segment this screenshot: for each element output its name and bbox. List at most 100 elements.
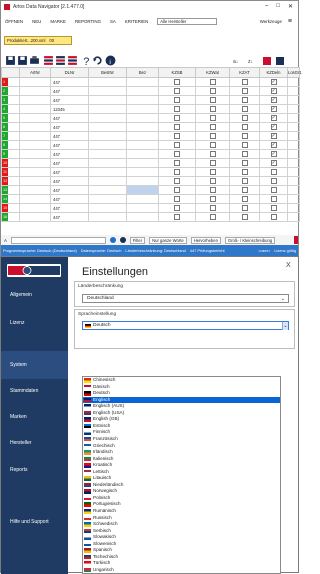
cell-kzat[interactable] — [229, 158, 260, 168]
checkbox[interactable] — [241, 196, 248, 202]
checkbox[interactable] — [241, 187, 248, 193]
cell-kzwat[interactable] — [195, 149, 230, 159]
checkbox[interactable] — [241, 88, 248, 94]
cell-artnr[interactable] — [19, 77, 51, 87]
save-all-icon[interactable] — [17, 55, 28, 66]
cell-kzsb[interactable] — [158, 194, 196, 204]
cell-kzdeln[interactable] — [259, 113, 288, 123]
language-option[interactable]: Ungarisch — [83, 567, 280, 573]
cell-artnr[interactable] — [19, 86, 51, 96]
table-row[interactable]: 8 447 — [1, 140, 300, 150]
language-option[interactable]: Irländisch — [83, 449, 280, 455]
checkbox[interactable] — [241, 115, 248, 121]
checkbox[interactable] — [174, 151, 180, 157]
cell-kzdeln[interactable] — [259, 167, 288, 177]
cell-bez[interactable] — [126, 95, 159, 105]
cell-kzat[interactable] — [229, 212, 260, 222]
checkbox[interactable] — [270, 88, 277, 94]
cell-kzsb[interactable] — [158, 158, 196, 168]
clear-icon[interactable] — [119, 237, 126, 243]
cell-losgr1[interactable] — [287, 149, 300, 159]
cell-bestnr[interactable] — [88, 122, 127, 132]
cell-losgr1[interactable] — [287, 203, 300, 213]
cell-kzat[interactable] — [229, 104, 260, 114]
checkbox[interactable] — [174, 106, 180, 112]
language-option[interactable]: Spanisch — [83, 547, 280, 553]
cell-dlnr[interactable]: 447 — [50, 149, 89, 159]
column-header[interactable]: ArtNr — [19, 67, 51, 78]
cell-losgr1[interactable] — [287, 95, 300, 105]
cell-kzwat[interactable] — [195, 203, 230, 213]
cell-kzdeln[interactable] — [259, 140, 288, 150]
checkbox[interactable] — [270, 142, 277, 148]
sidebar-item-reports[interactable]: Reports — [1, 456, 68, 484]
sidebar-item-system[interactable]: System — [1, 351, 68, 379]
cell-kzsb[interactable] — [158, 167, 196, 177]
checkbox[interactable] — [241, 142, 248, 148]
cell-artnr[interactable] — [19, 185, 51, 195]
language-option[interactable]: Norwegisch — [83, 488, 280, 494]
cell-artnr[interactable] — [19, 140, 51, 150]
cell-artnr[interactable] — [19, 95, 51, 105]
checkbox[interactable] — [209, 205, 216, 211]
language-select[interactable]: Deutsch ⌄ — [82, 321, 289, 330]
checkbox[interactable] — [209, 178, 216, 184]
cell-bez[interactable] — [126, 86, 159, 96]
hamburger-icon[interactable]: ≡ — [288, 18, 292, 25]
language-option[interactable]: Russisch — [83, 515, 280, 521]
cell-kzat[interactable] — [229, 203, 260, 213]
cell-losgr1[interactable] — [287, 104, 300, 114]
close-icon[interactable]: ✕ — [288, 3, 293, 10]
cell-bestnr[interactable] — [88, 185, 127, 195]
table-row[interactable]: 15 447 — [1, 203, 300, 213]
checkbox[interactable] — [241, 178, 248, 184]
language-option[interactable]: Französisch — [83, 436, 280, 442]
highlight-button[interactable]: Hervorheben — [190, 236, 221, 244]
save-icon[interactable] — [5, 55, 16, 66]
cell-kzdeln[interactable] — [259, 185, 288, 195]
sidebar-item-stammdaten[interactable]: Stammdaten — [1, 377, 68, 405]
checkbox[interactable] — [270, 196, 277, 202]
cell-kzat[interactable] — [229, 86, 260, 96]
filter-button[interactable]: Filter — [129, 236, 146, 244]
cell-losgr1[interactable] — [287, 131, 300, 141]
cell-bez[interactable] — [126, 131, 159, 141]
checkbox[interactable] — [241, 214, 248, 220]
checkbox[interactable] — [270, 115, 277, 121]
checkbox[interactable] — [174, 88, 180, 94]
cell-kzat[interactable] — [229, 140, 260, 150]
cell-bez[interactable] — [126, 158, 159, 168]
cell-dlnr[interactable]: 447 — [50, 131, 89, 141]
cell-losgr1[interactable] — [287, 185, 300, 195]
cell-bestnr[interactable] — [88, 140, 127, 150]
cell-kzsb[interactable] — [158, 113, 196, 123]
checkbox[interactable] — [209, 196, 216, 202]
checkbox[interactable] — [241, 160, 248, 166]
table-row[interactable]: 11 447 — [1, 167, 300, 177]
language-option[interactable]: Englisch (USA) — [83, 410, 280, 416]
scroll-marker[interactable] — [294, 236, 298, 244]
checkbox[interactable] — [209, 115, 216, 121]
cell-dlnr[interactable]: 447 — [50, 176, 89, 186]
cell-artnr[interactable] — [19, 176, 51, 186]
language-option[interactable]: Kroatisch — [83, 462, 280, 468]
cell-kzat[interactable] — [229, 77, 260, 87]
close-button[interactable]: X — [286, 262, 291, 269]
cell-losgr1[interactable] — [287, 140, 300, 150]
cell-bez[interactable] — [126, 176, 159, 186]
language-option[interactable]: Chinesisch — [83, 377, 280, 383]
checkbox[interactable] — [270, 205, 277, 211]
cell-kzdeln[interactable] — [259, 77, 288, 87]
cell-bez[interactable] — [126, 140, 159, 150]
cell-bez[interactable] — [126, 203, 159, 213]
table-row[interactable]: 3 447 — [1, 95, 300, 105]
language-option[interactable]: Serbisch — [83, 528, 280, 534]
checkbox[interactable] — [209, 124, 216, 130]
cell-kzat[interactable] — [229, 131, 260, 141]
checkbox[interactable] — [174, 178, 180, 184]
cell-kzwat[interactable] — [195, 140, 230, 150]
cell-bez[interactable] — [126, 122, 159, 132]
cell-losgr1[interactable] — [287, 158, 300, 168]
cell-kzdeln[interactable] — [259, 212, 288, 222]
table-row[interactable]: 13 447 — [1, 185, 300, 195]
